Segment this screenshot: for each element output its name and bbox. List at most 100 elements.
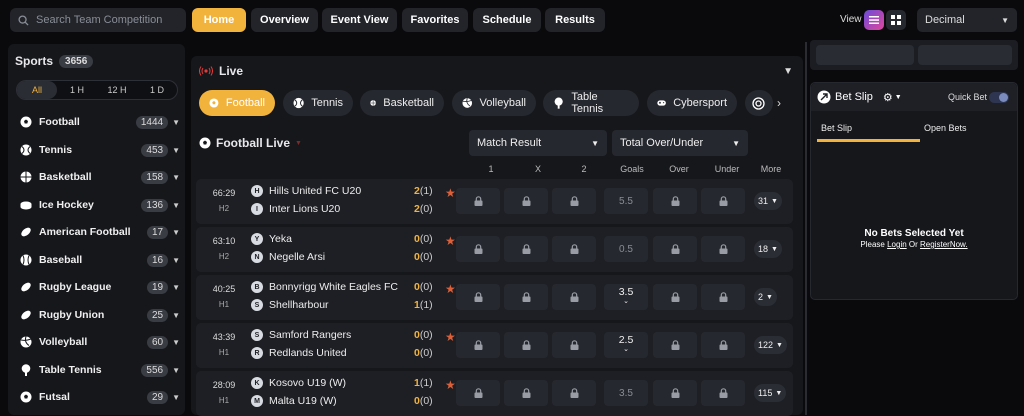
- odds-1-cell[interactable]: [456, 188, 500, 214]
- odds-2-cell[interactable]: [552, 188, 596, 214]
- favorite-star-icon[interactable]: ★: [445, 186, 456, 200]
- sidebar-item-table-tennis[interactable]: Table Tennis 556 ▼: [20, 359, 180, 381]
- search-box[interactable]: [10, 8, 186, 32]
- away-team[interactable]: R Redlands United: [251, 347, 347, 359]
- list-view-button[interactable]: [864, 10, 884, 30]
- market-select-total[interactable]: Total Over/Under ▼: [612, 130, 748, 156]
- sidebar-item-basketball[interactable]: Basketball 158 ▼: [20, 166, 180, 188]
- odds-over-cell[interactable]: [653, 284, 697, 310]
- live-header[interactable]: Live: [199, 64, 243, 78]
- chevron-right-icon[interactable]: ›: [777, 96, 781, 110]
- away-team[interactable]: S Shellharbour: [251, 299, 329, 311]
- odds-x-cell[interactable]: [504, 188, 548, 214]
- away-team[interactable]: I Inter Lions U20: [251, 203, 340, 215]
- odds-under-cell[interactable]: [701, 188, 745, 214]
- more-markets-button[interactable]: 115 ▼: [754, 384, 787, 402]
- collapse-chevron-icon[interactable]: ▼: [783, 66, 793, 77]
- odds-1-cell[interactable]: [456, 380, 500, 406]
- odds-format-select[interactable]: Decimal ▼: [917, 8, 1017, 32]
- odds-over-cell[interactable]: [653, 332, 697, 358]
- search-input[interactable]: [36, 14, 176, 26]
- away-team[interactable]: N Negelle Arsi: [251, 251, 325, 263]
- sidebar-item-tennis[interactable]: Tennis 453 ▼: [20, 139, 180, 161]
- quick-bet-toggle[interactable]: [989, 92, 1009, 103]
- sidebar-item-rugby-union[interactable]: Rugby Union 25 ▼: [20, 304, 180, 326]
- more-markets-button[interactable]: 31 ▼: [754, 192, 782, 210]
- nav-event-view-button[interactable]: Event View: [322, 8, 397, 32]
- odds-x-cell[interactable]: [504, 380, 548, 406]
- match-row[interactable]: 43:39 H1 S Samford Rangers R Redlands United 0…: [196, 323, 793, 368]
- filter-all[interactable]: All: [17, 81, 57, 99]
- match-row[interactable]: 63:10 H2 Y Yeka N Negelle Arsi 0(0) 0(0) ★ 0.5 18 ▼: [196, 227, 793, 272]
- away-team[interactable]: M Malta U19 (W): [251, 395, 337, 407]
- match-row[interactable]: 40:25 H1 B Bonnyrigg White Eagles FC S Shellh…: [196, 275, 793, 320]
- home-team[interactable]: B Bonnyrigg White Eagles FC: [251, 281, 398, 293]
- odds-under-cell[interactable]: [701, 236, 745, 262]
- favorite-star-icon[interactable]: ★: [445, 330, 456, 344]
- favorite-star-icon[interactable]: ★: [445, 234, 456, 248]
- match-row[interactable]: 66:29 H2 H Hills United FC U20 I Inter Lions …: [196, 179, 793, 224]
- more-markets-button[interactable]: 2 ▼: [754, 288, 777, 306]
- sidebar-item-volleyball[interactable]: Volleyball 60 ▼: [20, 331, 180, 353]
- tab-volleyball[interactable]: Volleyball: [452, 90, 536, 116]
- chevron-down-icon[interactable]: ▼: [895, 94, 902, 101]
- tab-football[interactable]: Football: [199, 90, 275, 116]
- filter-1d[interactable]: 1 D: [137, 81, 177, 99]
- odds-over-cell[interactable]: [653, 380, 697, 406]
- odds-over-cell[interactable]: [653, 188, 697, 214]
- nav-home-button[interactable]: Home: [192, 8, 246, 32]
- more-markets-button[interactable]: 18 ▼: [754, 240, 782, 258]
- home-score: 0(0): [414, 329, 433, 341]
- odds-under-cell[interactable]: [701, 332, 745, 358]
- odds-over-cell[interactable]: [653, 236, 697, 262]
- tab-basketball[interactable]: Basketball: [360, 90, 444, 116]
- match-row[interactable]: 28:09 H1 K Kosovo U19 (W) M Malta U19 (W) 1(1)…: [196, 371, 793, 416]
- odds-x-cell[interactable]: [504, 284, 548, 310]
- nav-favorites-button[interactable]: Favorites: [402, 8, 468, 32]
- favorite-star-icon[interactable]: ★: [445, 282, 456, 296]
- odds-2-cell[interactable]: [552, 284, 596, 310]
- grid-view-button[interactable]: [886, 10, 906, 30]
- odds-under-cell[interactable]: [701, 284, 745, 310]
- filter-1h[interactable]: 1 H: [57, 81, 97, 99]
- home-team[interactable]: Y Yeka: [251, 233, 292, 245]
- nav-schedule-button[interactable]: Schedule: [473, 8, 541, 32]
- settings-gear-icon[interactable]: ⚙: [883, 91, 893, 104]
- sidebar-item-ice-hockey[interactable]: Ice Hockey 136 ▼: [20, 194, 180, 216]
- sidebar-item-american-football[interactable]: American Football 17 ▼: [20, 221, 180, 243]
- nav-overview-button[interactable]: Overview: [251, 8, 318, 32]
- favorite-star-icon[interactable]: ★: [445, 378, 456, 392]
- odds-2-cell[interactable]: [552, 236, 596, 262]
- tab-tennis[interactable]: Tennis: [283, 90, 353, 116]
- odds-under-cell[interactable]: [701, 380, 745, 406]
- register-link[interactable]: RegisterNow.: [920, 240, 968, 249]
- odds-2-cell[interactable]: [552, 380, 596, 406]
- main-scrollbar[interactable]: [805, 42, 807, 415]
- odds-x-cell[interactable]: [504, 332, 548, 358]
- home-team[interactable]: H Hills United FC U20: [251, 185, 361, 197]
- tab-table-tennis[interactable]: Table Tennis: [543, 90, 639, 116]
- filter-12h[interactable]: 12 H: [97, 81, 137, 99]
- odds-1-cell[interactable]: [456, 284, 500, 310]
- sidebar-item-football[interactable]: Football 1444 ▼: [20, 111, 180, 133]
- tab-more-sport[interactable]: [745, 90, 773, 116]
- lock-icon: [474, 244, 482, 254]
- odds-x-cell[interactable]: [504, 236, 548, 262]
- market-select-match-result[interactable]: Match Result ▼: [469, 130, 607, 156]
- home-team[interactable]: S Samford Rangers: [251, 329, 351, 341]
- away-team-name: Shellharbour: [269, 299, 329, 311]
- odds-1-cell[interactable]: [456, 236, 500, 262]
- sidebar-item-futsal[interactable]: Futsal 29 ▼: [20, 386, 180, 408]
- goals-line-value: 3.5: [618, 286, 634, 298]
- tab-bet-slip[interactable]: Bet Slip: [821, 123, 852, 133]
- odds-1-cell[interactable]: [456, 332, 500, 358]
- home-team[interactable]: K Kosovo U19 (W): [251, 377, 346, 389]
- tab-open-bets[interactable]: Open Bets: [924, 123, 967, 133]
- nav-results-button[interactable]: Results: [545, 8, 605, 32]
- sidebar-item-rugby-league[interactable]: Rugby League 19 ▼: [20, 276, 180, 298]
- more-markets-button[interactable]: 122 ▼: [754, 336, 787, 354]
- login-link[interactable]: Login: [887, 240, 907, 249]
- tab-cybersport[interactable]: Cybersport: [647, 90, 737, 116]
- odds-2-cell[interactable]: [552, 332, 596, 358]
- sidebar-item-baseball[interactable]: Baseball 16 ▼: [20, 249, 180, 271]
